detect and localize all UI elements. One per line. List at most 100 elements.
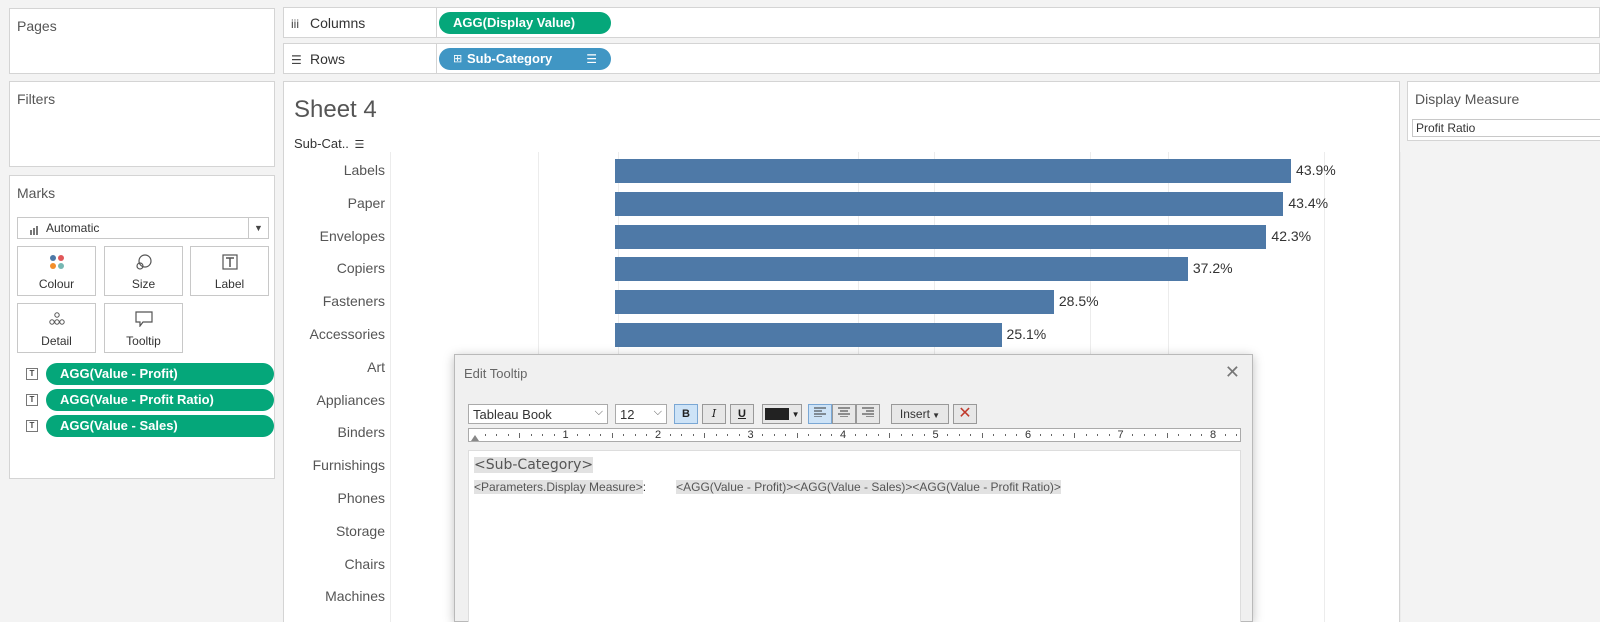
clear-icon[interactable]: ✕: [953, 404, 977, 424]
color-swatch: [764, 408, 789, 421]
rows-label-text: Rows: [310, 51, 346, 67]
font-family-value: Tableau Book: [473, 407, 552, 422]
category-label[interactable]: Envelopes: [284, 228, 385, 244]
detail-icon: [18, 304, 95, 328]
category-label[interactable]: Storage: [284, 523, 385, 539]
bar[interactable]: [615, 191, 1284, 216]
align-left-button[interactable]: [808, 404, 832, 424]
ruler-tick: [519, 433, 521, 438]
parameter-title: Display Measure: [1415, 91, 1520, 107]
detail-button[interactable]: Detail: [17, 303, 96, 353]
sort-icon[interactable]: ☰: [586, 48, 597, 70]
ruler-tick: [912, 434, 914, 436]
category-label[interactable]: Accessories: [284, 326, 385, 342]
bar[interactable]: [615, 290, 1054, 315]
size-label: Size: [131, 277, 156, 291]
chevron-down-icon: ⌵: [653, 406, 662, 418]
rows-pill[interactable]: ⊞ Sub-Category ☰: [439, 48, 611, 70]
columns-pill[interactable]: AGG(Display Value): [439, 12, 611, 34]
bar-chart-icon: [30, 224, 40, 238]
size-button[interactable]: Size: [104, 246, 183, 296]
category-label[interactable]: Paper: [284, 195, 385, 211]
category-label[interactable]: Appliances: [284, 392, 386, 408]
data-label: 43.9%: [1296, 162, 1336, 178]
expand-icon[interactable]: ⊞: [453, 48, 462, 70]
ruler-tick: [1155, 434, 1157, 436]
ruler-tick: [947, 434, 949, 436]
align-center-button[interactable]: [832, 404, 856, 424]
category-label[interactable]: Furnishings: [284, 457, 385, 473]
ruler[interactable]: 1 2 3 4 5 6 7 8: [468, 428, 1241, 442]
ruler-tick: [577, 434, 579, 436]
tooltip-button[interactable]: Tooltip: [104, 303, 183, 353]
row-header[interactable]: Sub-Cat.. ☰: [294, 136, 364, 151]
indent-marker[interactable]: [471, 435, 479, 441]
ruler-tick: [819, 434, 821, 436]
data-label: 37.2%: [1192, 260, 1233, 277]
parameter-value-input[interactable]: Profit Ratio: [1412, 119, 1600, 137]
category-label[interactable]: Machines: [284, 588, 385, 604]
ruler-tick: [646, 434, 648, 436]
ruler-number: 6: [1025, 429, 1032, 441]
ruler-tick: [588, 434, 590, 436]
font-size-select[interactable]: 12 ⌵: [615, 404, 667, 424]
data-label: 25.1%: [1006, 326, 1047, 342]
text-color-button[interactable]: ▼: [762, 404, 802, 424]
tableau-workspace: Pages Filters Marks Automatic ▼ Colour S…: [0, 0, 1600, 622]
bold-button[interactable]: B: [674, 404, 698, 424]
mark-type-value: Automatic: [46, 221, 100, 235]
font-family-select[interactable]: Tableau Book ⌵: [468, 404, 608, 424]
ruler-tick: [623, 434, 625, 436]
category-label[interactable]: Phones: [284, 490, 385, 506]
ruler-tick: [773, 434, 775, 436]
colour-label: Colour: [38, 277, 75, 291]
pages-card[interactable]: Pages: [9, 8, 275, 74]
marks-pill[interactable]: AGG(Value - Sales): [46, 415, 274, 437]
rows-shelf[interactable]: ☰ Rows ⊞ Sub-Category ☰: [283, 43, 1600, 74]
underline-button[interactable]: U: [730, 404, 754, 424]
marks-pill-row[interactable]: T AGG(Value - Profit): [26, 363, 274, 385]
columns-shelf-label: iii Columns: [284, 8, 437, 37]
category-label[interactable]: Copiers: [284, 260, 385, 276]
filters-title: Filters: [17, 91, 56, 107]
category-label[interactable]: Binders: [284, 424, 385, 440]
bar[interactable]: [615, 224, 1267, 249]
italic-button[interactable]: I: [702, 404, 726, 424]
bar[interactable]: [615, 323, 1002, 347]
marks-pill[interactable]: AGG(Value - Profit Ratio): [46, 389, 274, 411]
columns-label-text: Columns: [310, 15, 366, 31]
sort-icon[interactable]: ☰: [355, 139, 365, 151]
columns-icon: iii: [291, 17, 299, 31]
ruler-tick: [715, 434, 717, 436]
columns-shelf[interactable]: iii Columns AGG(Display Value): [283, 7, 1600, 38]
filters-card[interactable]: Filters: [9, 81, 275, 167]
bar[interactable]: [615, 159, 1292, 183]
marks-pill-row[interactable]: T AGG(Value - Sales): [26, 415, 274, 437]
display-measure-field: <Parameters.Display Measure>: [474, 480, 643, 494]
row-header-label: Sub-Cat..: [294, 136, 349, 151]
bar[interactable]: [615, 257, 1188, 282]
category-label[interactable]: Chairs: [284, 556, 385, 572]
marks-pill[interactable]: AGG(Value - Profit): [46, 363, 274, 385]
marks-pill-row[interactable]: T AGG(Value - Profit Ratio): [26, 389, 274, 411]
ruler-tick: [993, 434, 995, 436]
insert-button[interactable]: Insert ▼: [891, 404, 949, 424]
ruler-tick: [496, 434, 498, 436]
category-label[interactable]: Fasteners: [284, 293, 385, 309]
tooltip-editor[interactable]: <Sub-Category> <Parameters.Display Measu…: [468, 450, 1241, 622]
ruler-tick: [1004, 434, 1006, 436]
mark-type-dropdown[interactable]: Automatic ▼: [17, 217, 269, 239]
colour-button[interactable]: Colour: [17, 246, 96, 296]
tooltip-icon: [105, 304, 182, 328]
ruler-tick: [831, 434, 833, 436]
ruler-tick: [970, 434, 972, 436]
label-button[interactable]: Label: [190, 246, 269, 296]
text-icon: T: [26, 368, 38, 380]
category-label[interactable]: Art: [284, 359, 385, 375]
category-label[interactable]: Labels: [284, 162, 385, 178]
close-icon[interactable]: ✕: [1225, 362, 1240, 383]
edit-tooltip-dialog: Edit Tooltip ✕ Tableau Book ⌵ 12 ⌵ B I U…: [454, 354, 1253, 622]
ruler-tick: [1178, 434, 1180, 436]
align-right-button[interactable]: [856, 404, 880, 424]
chevron-down-icon[interactable]: ▼: [248, 218, 268, 238]
